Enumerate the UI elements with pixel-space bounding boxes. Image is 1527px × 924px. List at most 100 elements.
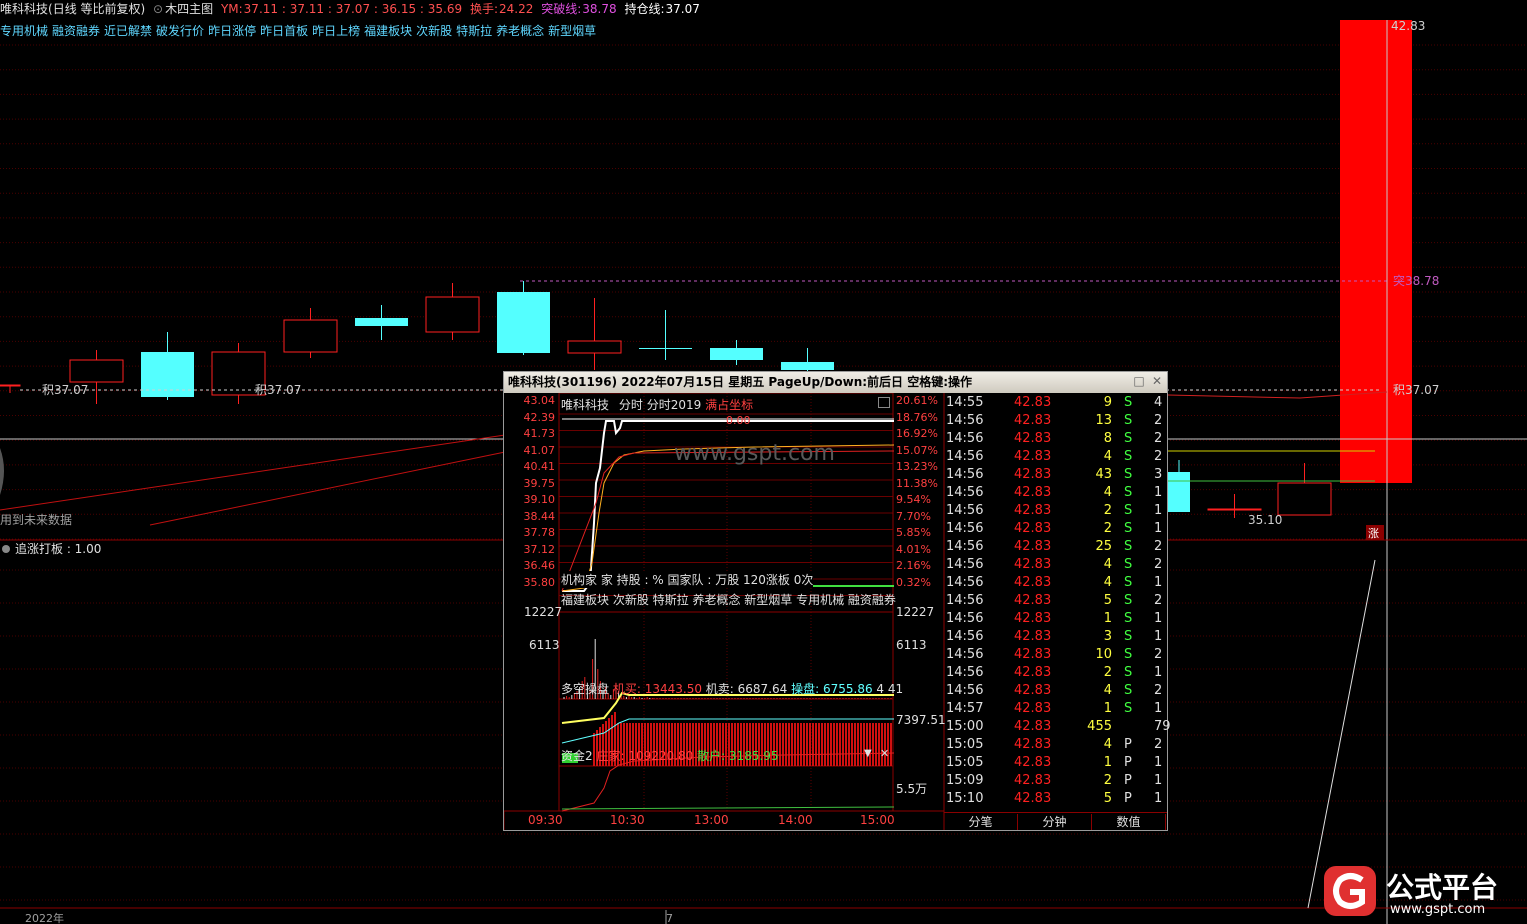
percent-axis-label: 13.23% xyxy=(896,460,938,473)
tick-row[interactable]: 14:56 42.83 25 S 2 xyxy=(944,538,1167,556)
tick-volume: 4 xyxy=(1103,683,1112,698)
tick-row[interactable]: 14:56 42.83 2 S 1 xyxy=(944,664,1167,682)
tick-volume: 4 xyxy=(1103,449,1112,464)
mode-fenshi2019[interactable]: 分时2019 xyxy=(647,398,702,412)
candle-body xyxy=(639,348,692,349)
stock-name: 唯科科技 xyxy=(0,2,49,16)
tab-minutes[interactable]: 分钟 xyxy=(1018,814,1092,830)
tick-direction: S xyxy=(1124,503,1133,518)
tab-values[interactable]: 数值 xyxy=(1092,814,1166,830)
period-label: (日线 等比前复权) xyxy=(48,2,146,16)
tick-direction: S xyxy=(1124,647,1133,662)
tab-ticks[interactable]: 分笔 xyxy=(944,814,1018,830)
percent-axis-label: 16.92% xyxy=(896,427,938,440)
concept-tag[interactable]: 昨日涨停 xyxy=(208,24,256,38)
tick-price: 42.83 xyxy=(1014,467,1052,482)
tick-count: 1 xyxy=(1154,665,1163,680)
tick-row[interactable]: 14:56 42.83 4 S 1 xyxy=(944,484,1167,502)
tick-row[interactable]: 14:56 42.83 10 S 2 xyxy=(944,646,1167,664)
tick-row[interactable]: 15:05 42.83 4 P 2 xyxy=(944,736,1167,754)
candle-body xyxy=(425,296,480,333)
tick-row[interactable]: 15:09 42.83 2 P 1 xyxy=(944,772,1167,790)
tick-row[interactable]: 14:56 42.83 4 S 1 xyxy=(944,574,1167,592)
turnover-value: 24.22 xyxy=(499,2,534,16)
concept-tag[interactable]: 破发行价 xyxy=(156,24,204,38)
tick-row[interactable]: 14:56 42.83 3 S 1 xyxy=(944,628,1167,646)
tick-row[interactable]: 14:56 42.83 1 S 1 xyxy=(944,610,1167,628)
tick-direction: P xyxy=(1124,755,1132,770)
tick-price: 42.83 xyxy=(1014,611,1052,626)
tick-volume: 5 xyxy=(1103,791,1112,806)
concept-tag[interactable]: 福建板块 xyxy=(364,24,412,38)
tick-count: 79 xyxy=(1154,719,1171,734)
breakout-label: 突破线: xyxy=(541,2,582,16)
maximize-icon[interactable]: □ xyxy=(1132,374,1146,388)
ym-values: 37.11 : 37.11 : 37.07 : 36.15 : 35.69 xyxy=(243,2,463,16)
mode-full-coord[interactable]: 满占坐标 xyxy=(705,398,753,412)
tick-row[interactable]: 14:56 42.83 8 S 2 xyxy=(944,430,1167,448)
concept-tags: 专用机械 融资融券 近已解禁 破发行价 昨日涨停 昨日首板 昨日上榜 福建板块 次新股 特斯拉 养老… xyxy=(0,22,600,39)
hold-label-mid: 积37.07 xyxy=(255,383,301,397)
zijin-right-label: 5.5万 xyxy=(896,782,928,796)
concept-tag[interactable]: 昨日首板 xyxy=(260,24,308,38)
tick-count: 1 xyxy=(1154,575,1163,590)
popup-title-bar[interactable]: 唯科科技(301196) 2022年07月15日 星期五 PageUp/Down… xyxy=(504,372,1167,393)
zijin-retail: 散户: 3185.95 xyxy=(697,749,779,763)
tick-row[interactable]: 14:56 42.83 43 S 3 xyxy=(944,466,1167,484)
concept-tag[interactable]: 近已解禁 xyxy=(104,24,152,38)
tick-direction: P xyxy=(1124,773,1132,788)
tick-row[interactable]: 15:05 42.83 1 P 1 xyxy=(944,754,1167,772)
tick-row[interactable]: 14:56 42.83 2 S 1 xyxy=(944,502,1167,520)
tick-price: 42.83 xyxy=(1014,773,1052,788)
tick-row[interactable]: 14:56 42.83 4 S 2 xyxy=(944,682,1167,700)
concept-tag[interactable]: 专用机械 xyxy=(0,24,48,38)
indicator-name[interactable]: 木四主图 xyxy=(165,2,213,16)
tick-row[interactable]: 14:55 42.83 9 S 4 xyxy=(944,394,1167,412)
chevron-down-icon[interactable]: ▼ xyxy=(864,748,872,759)
concept-tag[interactable]: 养老概念 xyxy=(496,24,544,38)
breakout-value: 38.78 xyxy=(582,2,617,16)
chevron-down-icon[interactable]: ⊙ xyxy=(153,2,163,16)
hold-label: 持仓线: xyxy=(624,2,665,16)
settings-icon[interactable] xyxy=(878,397,890,408)
price-axis-label: 39.10 xyxy=(523,493,556,506)
tick-price: 42.83 xyxy=(1014,575,1052,590)
concept-tag[interactable]: 昨日上榜 xyxy=(312,24,360,38)
candle-body xyxy=(567,340,622,354)
tick-volume: 4 xyxy=(1103,575,1112,590)
low-price-label: 35.10 xyxy=(1248,513,1282,527)
tick-volume: 43 xyxy=(1095,467,1112,482)
price-axis-label: 43.04 xyxy=(523,394,556,407)
duokong-sell: 机卖: 6687.64 xyxy=(705,682,788,696)
concept-tag[interactable]: 融资融券 xyxy=(52,24,100,38)
concept-tag[interactable]: 新型烟草 xyxy=(548,24,596,38)
left-scroll-handle xyxy=(0,448,4,495)
percent-axis-label: 0.32% xyxy=(896,575,931,589)
close-icon[interactable]: ✕ xyxy=(880,747,889,760)
tick-row[interactable]: 15:10 42.83 5 P 1 xyxy=(944,790,1167,808)
tick-row[interactable]: 14:56 42.83 13 S 2 xyxy=(944,412,1167,430)
tick-row[interactable]: 14:56 42.83 4 S 2 xyxy=(944,556,1167,574)
tick-direction: S xyxy=(1124,521,1133,536)
tick-price: 42.83 xyxy=(1014,755,1052,770)
zhang-badge: 涨 xyxy=(1368,527,1379,540)
tick-row[interactable]: 14:56 42.83 2 S 1 xyxy=(944,520,1167,538)
concept-tag[interactable]: 次新股 xyxy=(416,24,452,38)
tick-volume: 8 xyxy=(1103,431,1112,446)
tick-row[interactable]: 14:56 42.83 4 S 2 xyxy=(944,448,1167,466)
tick-volume: 455 xyxy=(1087,719,1112,734)
tick-time: 14:56 xyxy=(946,413,984,428)
tick-row[interactable]: 15:00 42.83 455 79 xyxy=(944,718,1171,736)
tick-count: 3 xyxy=(1154,467,1163,482)
intraday-popup[interactable]: 唯科科技(301196) 2022年07月15日 星期五 PageUp/Down… xyxy=(503,371,1171,831)
tick-time: 14:56 xyxy=(946,611,984,626)
tick-price: 42.83 xyxy=(1014,449,1052,464)
future-data-warning: 用到未来数据 xyxy=(0,512,72,527)
concept-tag[interactable]: 特斯拉 xyxy=(456,24,492,38)
close-icon[interactable]: ✕ xyxy=(1150,374,1164,388)
tick-row[interactable]: 14:56 42.83 5 S 2 xyxy=(944,592,1167,610)
tick-row[interactable]: 14:57 42.83 1 S 1 xyxy=(944,700,1167,718)
price-axis-label: 42.39 xyxy=(523,410,556,424)
mode-fenshi[interactable]: 分时 xyxy=(619,398,643,412)
tick-price: 42.83 xyxy=(1014,665,1052,680)
